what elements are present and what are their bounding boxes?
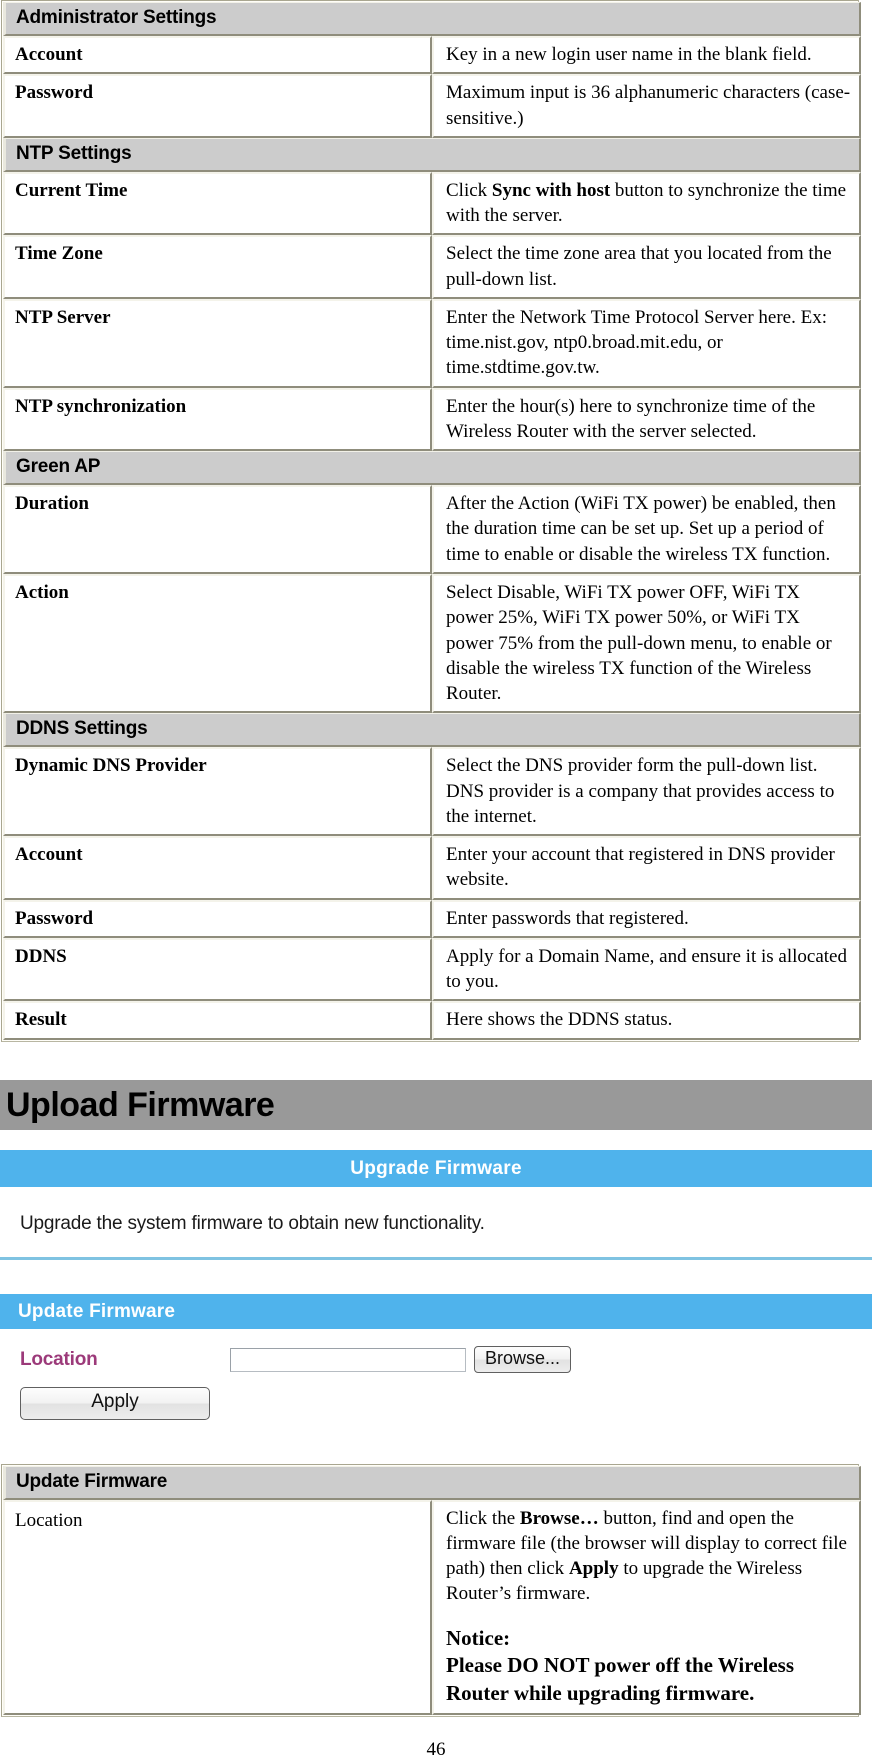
table-row: NTP Server Enter the Network Time Protoc… [3, 298, 861, 388]
row-label: Time Zone [3, 235, 432, 299]
row-label: Password [3, 899, 432, 938]
section-label: Update Firmware [3, 1465, 861, 1500]
vertical-spacer [0, 1042, 872, 1080]
table-section-header: DDNS Settings [3, 713, 861, 748]
page-number: 46 [426, 1738, 446, 1760]
browse-button[interactable]: Browse... [474, 1346, 572, 1374]
row-label: Dynamic DNS Provider [3, 747, 432, 837]
table-row: Dynamic DNS Provider Select the DNS prov… [3, 747, 861, 837]
row-label: DDNS [3, 937, 432, 1002]
row-description: Maximum input is 36 alphanumeric charact… [432, 74, 861, 138]
firmware-table: Update Firmware Location Click the Brows… [3, 1465, 861, 1715]
row-description: Enter the hour(s) here to synchronize ti… [432, 387, 861, 452]
row-description: Enter the Network Time Protocol Server h… [432, 298, 861, 388]
firmware-table-container: Update Firmware Location Click the Brows… [1, 1463, 861, 1717]
settings-table-container: Administrator Settings Account Key in a … [1, 0, 861, 1042]
row-label: Current Time [3, 171, 432, 236]
row-label: Account [3, 836, 432, 900]
row-description: Click Sync with host button to synchroni… [432, 171, 861, 236]
row-label: Password [3, 74, 432, 138]
update-firmware-panel-title: Update Firmware [0, 1293, 872, 1329]
table-row: NTP synchronization Enter the hour(s) he… [3, 387, 861, 452]
table-row: Current Time Click Sync with host button… [3, 171, 861, 236]
row-label: Duration [3, 485, 432, 574]
vertical-spacer [0, 1435, 872, 1464]
row-description: Select Disable, WiFi TX power OFF, WiFi … [432, 573, 861, 714]
table-row: Action Select Disable, WiFi TX power OFF… [3, 573, 861, 714]
table-row: Time Zone Select the time zone area that… [3, 235, 861, 299]
table-row: Location Click the Browse… button, find … [3, 1499, 861, 1715]
table-row: Password Maximum input is 36 alphanumeri… [3, 74, 861, 138]
update-firmware-form: Location Browse... Apply [0, 1328, 872, 1436]
location-label: Location [20, 1348, 98, 1370]
row-description: Here shows the DDNS status. [432, 1001, 861, 1040]
table-row: Result Here shows the DDNS status. [3, 1001, 861, 1040]
section-label: DDNS Settings [3, 713, 861, 748]
router-ui-screenshot: Upgrade Firmware Upgrade the system firm… [0, 1149, 872, 1464]
row-description: Select the DNS provider form the pull-do… [432, 747, 861, 837]
desc-emphasis-browse: Browse… [519, 1507, 599, 1529]
desc-emphasis-apply: Apply [568, 1558, 619, 1580]
row-label: Action [3, 573, 432, 714]
table-row: DDNS Apply for a Domain Name, and ensure… [3, 937, 861, 1002]
vertical-spacer [446, 1607, 851, 1625]
row-description: Key in a new login user name in the blan… [432, 36, 861, 75]
table-section-header: NTP Settings [3, 137, 861, 172]
notice-title: Notice: [446, 1625, 511, 1650]
vertical-spacer [0, 1259, 872, 1294]
row-description: Enter your account that registered in DN… [432, 836, 861, 900]
table-section-header: Green AP [3, 451, 861, 486]
section-label: Administrator Settings [3, 2, 861, 36]
vertical-spacer [0, 1130, 872, 1150]
section-label: Green AP [3, 451, 861, 486]
page-title: Upload Firmware [0, 1079, 872, 1130]
table-row: Password Enter passwords that registered… [3, 899, 861, 938]
table-row: Account Enter your account that register… [3, 836, 861, 900]
table-section-header: Update Firmware [3, 1465, 861, 1500]
table-section-header: Administrator Settings [3, 2, 861, 36]
row-label: Result [3, 1001, 432, 1040]
row-description: After the Action (WiFi TX power) be enab… [432, 485, 861, 574]
notice-body: Please DO NOT power off the Wireless Rou… [446, 1653, 795, 1706]
settings-table: Administrator Settings Account Key in a … [3, 2, 861, 1040]
desc-emphasis: Sync with host [491, 179, 611, 201]
row-description: Apply for a Domain Name, and ensure it i… [432, 937, 861, 1002]
row-label: Location [3, 1499, 432, 1715]
row-label: Account [3, 36, 432, 75]
apply-button[interactable]: Apply [20, 1386, 210, 1420]
row-description: Click the Browse… button, find and open … [432, 1499, 861, 1715]
table-row: Duration After the Action (WiFi TX power… [3, 485, 861, 574]
section-label: NTP Settings [3, 137, 861, 172]
upgrade-intro-text: Upgrade the system firmware to obtain ne… [20, 1212, 485, 1234]
row-label: NTP Server [3, 298, 432, 388]
row-description: Select the time zone area that you locat… [432, 235, 861, 299]
apply-form-row: Apply [0, 1379, 872, 1420]
row-description: Enter passwords that registered. [432, 899, 861, 938]
desc-pre: Click the [446, 1507, 520, 1529]
location-form-row: Location Browse... [0, 1341, 872, 1379]
location-input[interactable] [230, 1347, 466, 1372]
upgrade-firmware-banner: Upgrade Firmware [0, 1149, 872, 1187]
desc-pre: Click [446, 179, 492, 201]
row-label: NTP synchronization [3, 387, 432, 452]
table-row: Account Key in a new login user name in … [3, 36, 861, 75]
